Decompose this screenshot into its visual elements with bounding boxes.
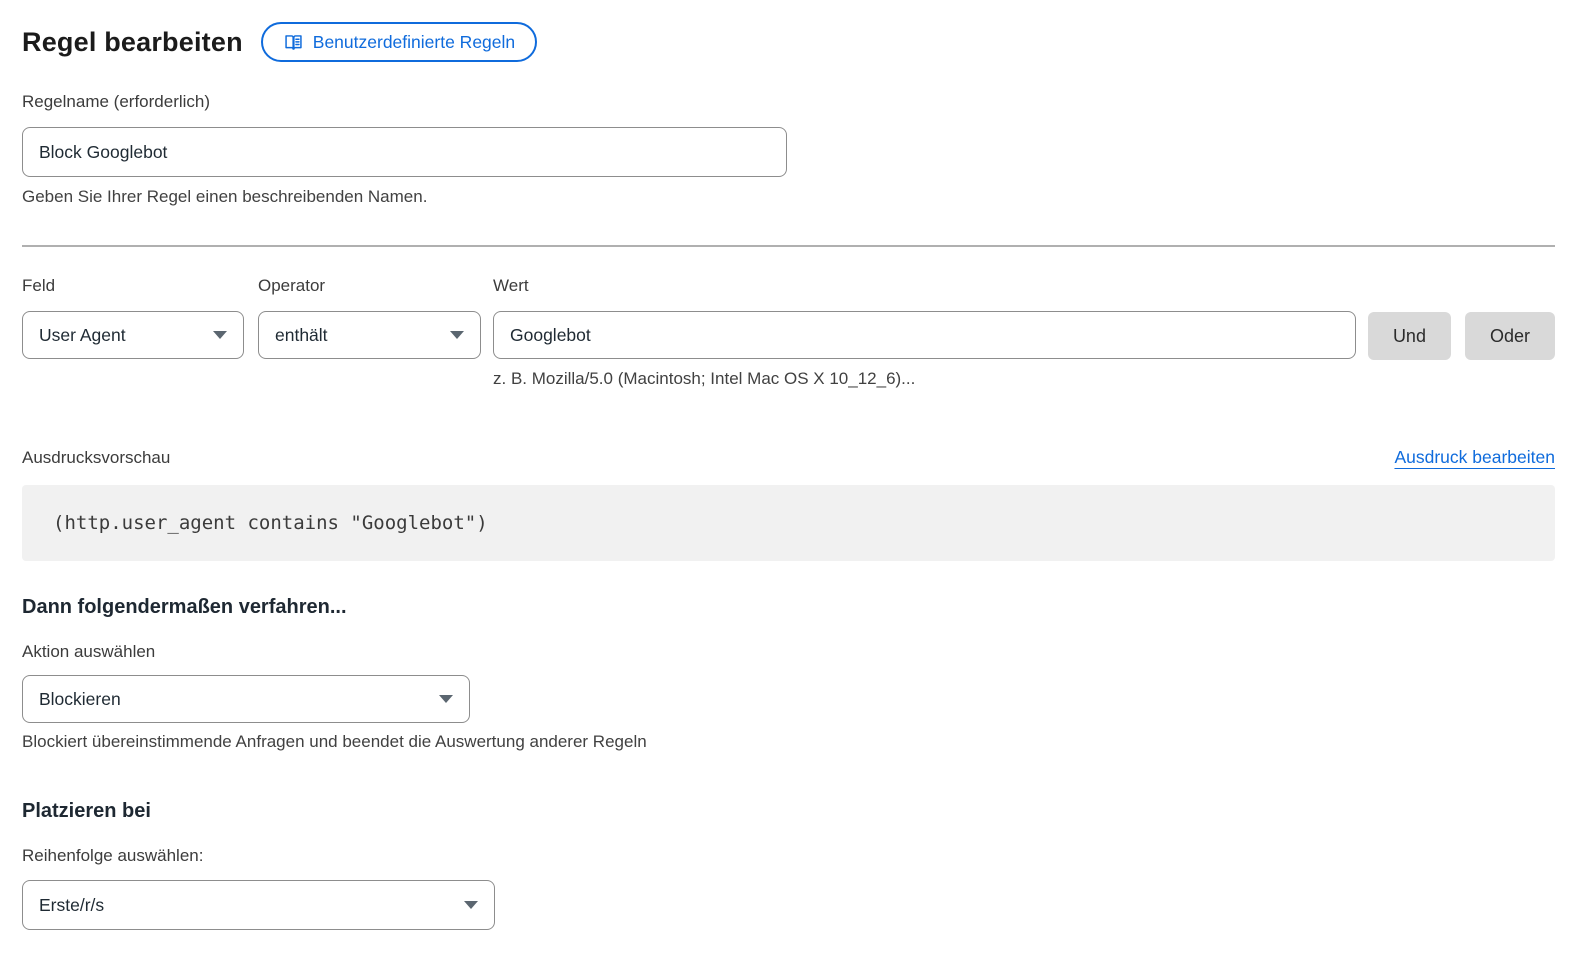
rule-name-input[interactable] — [22, 127, 787, 177]
field-column: Feld User Agent — [22, 276, 244, 359]
rule-name-group: Regelname (erforderlich) Geben Sie Ihrer… — [22, 92, 1555, 207]
docs-button-label: Benutzerdefinierte Regeln — [313, 32, 515, 53]
rule-name-label: Regelname (erforderlich) — [22, 92, 1555, 112]
section-divider — [22, 245, 1555, 247]
page-title: Regel bearbeiten — [22, 27, 243, 58]
expression-preview-header: Ausdrucksvorschau Ausdruck bearbeiten — [22, 447, 1555, 468]
action-label: Aktion auswählen — [22, 642, 1555, 662]
title-row: Regel bearbeiten Benutzerdefinierte Rege… — [22, 22, 1555, 62]
action-select-value: Blockieren — [39, 689, 121, 710]
dropdown-caret-icon — [464, 901, 478, 909]
placement-select-value: Erste/r/s — [39, 895, 104, 916]
condition-row: Feld User Agent Operator enthält Wert z.… — [22, 276, 1555, 389]
value-label: Wert — [493, 276, 1356, 296]
operator-label: Operator — [258, 276, 481, 296]
rule-name-helper: Geben Sie Ihrer Regel einen beschreibend… — [22, 187, 1555, 207]
dropdown-caret-icon — [450, 331, 464, 339]
rule-editor-page: Regel bearbeiten Benutzerdefinierte Rege… — [0, 0, 1570, 930]
field-select-value: User Agent — [39, 325, 126, 346]
field-select[interactable]: User Agent — [22, 311, 244, 359]
value-input[interactable] — [493, 311, 1356, 359]
value-helper: z. B. Mozilla/5.0 (Macintosh; Intel Mac … — [493, 369, 1356, 389]
operator-select[interactable]: enthält — [258, 311, 481, 359]
value-column: Wert z. B. Mozilla/5.0 (Macintosh; Intel… — [493, 276, 1356, 389]
placement-section-heading: Platzieren bei — [22, 800, 1555, 823]
placement-order-select[interactable]: Erste/r/s — [22, 880, 495, 930]
action-section-heading: Dann folgendermaßen verfahren... — [22, 596, 1555, 619]
custom-rules-docs-button[interactable]: Benutzerdefinierte Regeln — [261, 22, 537, 62]
operator-select-value: enthält — [275, 325, 328, 346]
or-button[interactable]: Oder — [1465, 312, 1555, 360]
action-helper: Blockiert übereinstimmende Anfragen und … — [22, 732, 1555, 752]
dropdown-caret-icon — [439, 695, 453, 703]
action-select[interactable]: Blockieren — [22, 675, 470, 723]
expression-preview-label: Ausdrucksvorschau — [22, 448, 170, 468]
logic-buttons: Und Oder — [1368, 276, 1555, 360]
and-button[interactable]: Und — [1368, 312, 1451, 360]
rule-name-input-wrap — [22, 127, 787, 177]
placement-order-label: Reihenfolge auswählen: — [22, 846, 1555, 866]
edit-expression-link[interactable]: Ausdruck bearbeiten — [1394, 447, 1555, 468]
dropdown-caret-icon — [213, 331, 227, 339]
operator-column: Operator enthält — [258, 276, 481, 359]
open-book-icon — [283, 32, 304, 53]
field-label: Feld — [22, 276, 244, 296]
expression-code-block: (http.user_agent contains "Googlebot") — [22, 485, 1555, 561]
